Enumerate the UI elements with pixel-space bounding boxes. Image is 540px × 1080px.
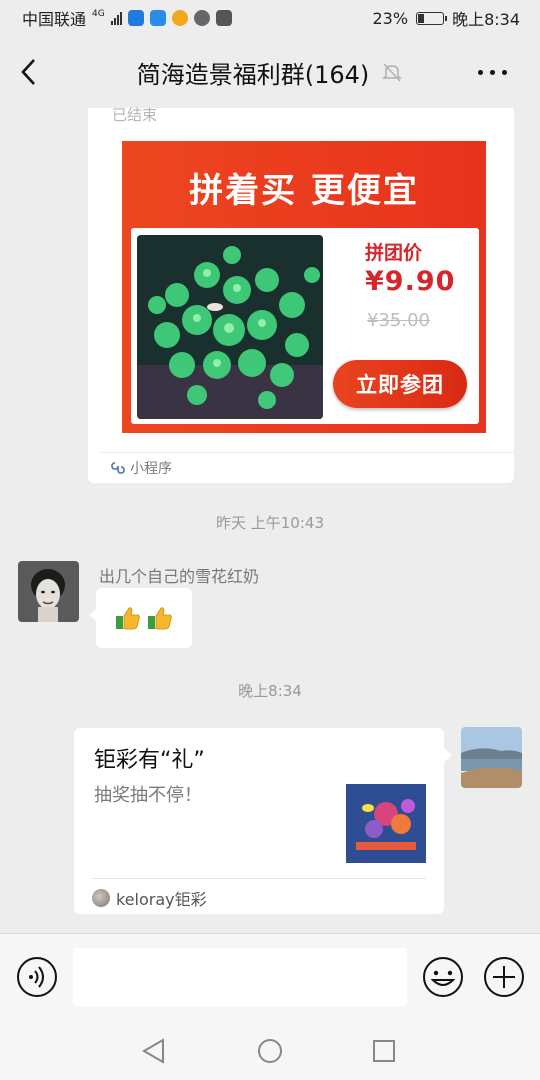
sender-avatar[interactable] [18,561,79,622]
link-title: 钜彩有“礼” [94,748,205,773]
card-divider [100,452,514,453]
chat-header: 简海造景福利群(164) [0,36,540,108]
cloud-app-icon [149,10,166,26]
emoji-icon[interactable] [421,955,465,999]
ended-label: 已结束 [112,106,158,124]
plus-icon[interactable] [482,955,526,999]
mini-program-footer: 小程序 [110,458,172,478]
circle-home-icon[interactable] [254,1035,286,1067]
link-source-name: keloray钜彩 [116,890,207,909]
square-recent-icon[interactable] [368,1035,400,1067]
group-price: ¥9.90 [365,266,456,297]
thumbs-up-icon [116,607,140,630]
chat-title[interactable]: 简海造景福利群(164) [137,55,370,90]
timestamp: 晚上8:34 [238,682,302,700]
title-wrap: 简海造景福利群(164) [137,55,404,90]
mini-program-card[interactable]: 已结束 拼着买 更便宜 拼团价 ¥9.90 ¥35.00 立即参团 小程序 [88,106,514,483]
triangle-back-icon[interactable] [138,1035,170,1067]
source-avatar-icon [92,889,110,907]
link-description: 抽奖抽不停！ [94,785,202,806]
signal-icon [110,11,122,25]
join-group-button[interactable]: 立即参团 [333,360,467,408]
link-source: keloray钜彩 [92,886,207,910]
battery-percent: 23% [372,8,409,28]
mini-program-label: 小程序 [130,461,172,477]
back-chevron-icon[interactable] [14,56,46,88]
status-right: 23% 晚上8:34 [373,6,521,30]
coral-product-image [137,235,323,419]
misc-app-icon [215,10,232,26]
network-type: 4G [92,8,105,19]
system-nav-bar [0,1021,540,1080]
timestamp: 昨天 上午10:43 [216,514,324,532]
thumbs-up-icon [148,607,172,630]
incoming-message-bubble[interactable] [89,588,192,648]
status-bar: 中国联通 4G 23% 晚上8:34 [0,0,540,36]
promo-banner[interactable]: 拼着买 更便宜 拼团价 ¥9.90 ¥35.00 立即参团 [122,141,486,433]
my-avatar[interactable] [461,727,522,788]
outgoing-link-card[interactable]: 钜彩有“礼” 抽奖抽不停！ keloray钜彩 [74,728,452,914]
clock: 晚上8:34 [452,10,520,29]
group-price-label: 拼团价 [365,242,423,264]
app-notification-icon [127,10,144,26]
sender-name: 出几个自己的雪花红奶 [99,567,260,586]
bell-off-icon [382,63,403,82]
link-divider [92,878,426,879]
shop-app-icon [171,10,188,26]
mini-program-icon [111,462,125,474]
status-left: 中国联通 4G [22,6,232,30]
promo-product-panel: 拼团价 ¥9.90 ¥35.00 立即参团 [131,228,479,424]
voice-icon[interactable] [15,955,59,999]
more-dots-icon[interactable] [478,62,518,82]
input-bar [0,933,540,1021]
battery-icon [416,11,448,25]
message-input[interactable] [73,948,407,1006]
carrier-label: 中国联通 [22,10,87,29]
promo-headline: 拼着买 更便宜 [189,171,419,211]
browser-app-icon [193,10,210,26]
original-price: ¥35.00 [367,310,430,331]
link-thumbnail [346,784,426,863]
